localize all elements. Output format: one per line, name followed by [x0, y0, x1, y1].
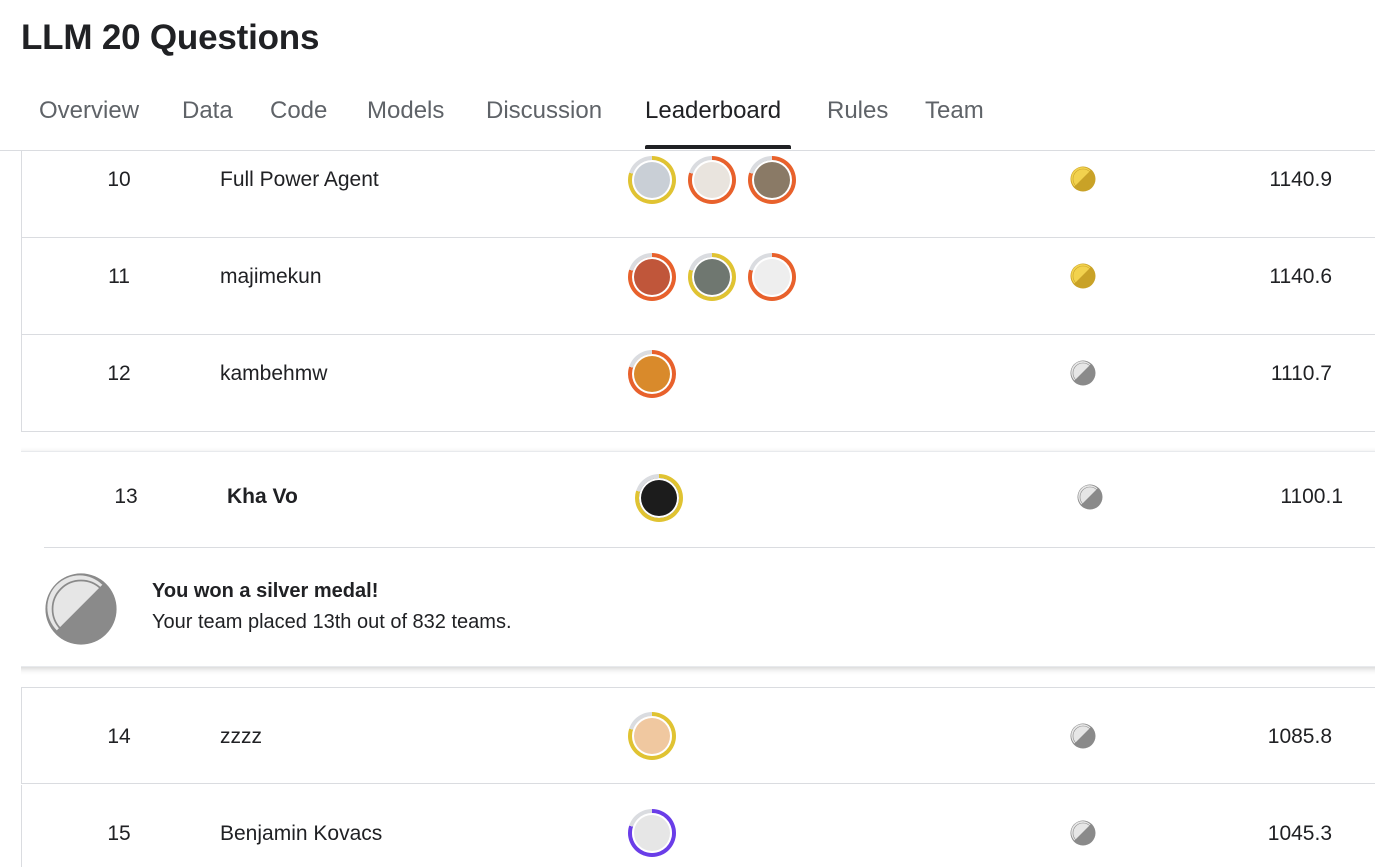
avatar[interactable]	[688, 253, 736, 301]
tab-discussion[interactable]: Discussion	[486, 97, 602, 125]
tab-models[interactable]: Models	[367, 97, 444, 125]
silver-medal-icon	[1070, 820, 1096, 846]
tab-bar: Overview Data Code Models Discussion Lea…	[0, 88, 1375, 151]
team-name[interactable]: Full Power Agent	[220, 168, 379, 192]
my-team-card[interactable]: 13 Kha Vo 1100.1 You won a silver medal!…	[21, 451, 1375, 667]
tab-code[interactable]: Code	[270, 97, 327, 125]
silver-medal-icon	[45, 573, 117, 645]
tab-overview[interactable]: Overview	[39, 97, 139, 125]
score-cell: 1045.3	[1267, 822, 1332, 845]
avatar[interactable]	[628, 809, 676, 857]
avatar[interactable]	[628, 712, 676, 760]
team-name[interactable]: Kha Vo	[227, 485, 298, 509]
medal-message-body: Your team placed 13th out of 832 teams.	[152, 611, 512, 633]
table-row[interactable]: 12 kambehmw 1110.7	[21, 335, 1375, 432]
silver-medal-icon	[1070, 360, 1096, 386]
table-row[interactable]: 10 Full Power Agent 1140.9	[21, 151, 1375, 238]
rank-cell: 11	[108, 265, 130, 288]
rank-cell: 10	[107, 168, 131, 191]
team-name[interactable]: majimekun	[220, 265, 322, 289]
rank-cell: 12	[107, 362, 131, 385]
table-row[interactable]: 15 Benjamin Kovacs 1045.3	[21, 785, 1375, 867]
avatar[interactable]	[628, 350, 676, 398]
score-cell: 1140.9	[1269, 168, 1332, 191]
avatar[interactable]	[748, 156, 796, 204]
leaderboard-table: 10 Full Power Agent 1140.9 11 majimekun …	[21, 151, 1375, 867]
rank-cell: 13	[114, 485, 138, 508]
tab-team[interactable]: Team	[925, 97, 984, 125]
silver-medal-icon	[1077, 484, 1103, 510]
gold-medal-icon	[1070, 166, 1096, 192]
gold-medal-icon	[1070, 263, 1096, 289]
tab-data[interactable]: Data	[182, 97, 233, 125]
active-tab-indicator	[645, 145, 791, 149]
rank-cell: 15	[107, 822, 131, 845]
team-name[interactable]: Benjamin Kovacs	[220, 822, 382, 846]
medal-message-title: You won a silver medal!	[152, 580, 379, 602]
tab-leaderboard[interactable]: Leaderboard	[645, 97, 781, 125]
avatar[interactable]	[628, 156, 676, 204]
team-name[interactable]: zzzz	[220, 725, 262, 749]
table-row[interactable]: 11 majimekun 1140.6	[21, 238, 1375, 335]
avatar[interactable]	[635, 474, 683, 522]
rank-cell: 14	[107, 725, 131, 748]
score-cell: 1085.8	[1267, 725, 1332, 748]
divider	[44, 547, 1375, 548]
team-name[interactable]: kambehmw	[220, 362, 327, 386]
tab-rules[interactable]: Rules	[827, 97, 888, 125]
avatar[interactable]	[748, 253, 796, 301]
page-title: LLM 20 Questions	[21, 18, 320, 57]
table-row[interactable]: 14 zzzz 1085.8	[21, 687, 1375, 784]
score-cell: 1140.6	[1269, 265, 1332, 288]
score-cell: 1100.1	[1280, 485, 1343, 508]
silver-medal-icon	[1070, 723, 1096, 749]
avatar[interactable]	[688, 156, 736, 204]
score-cell: 1110.7	[1270, 362, 1332, 385]
avatar[interactable]	[628, 253, 676, 301]
